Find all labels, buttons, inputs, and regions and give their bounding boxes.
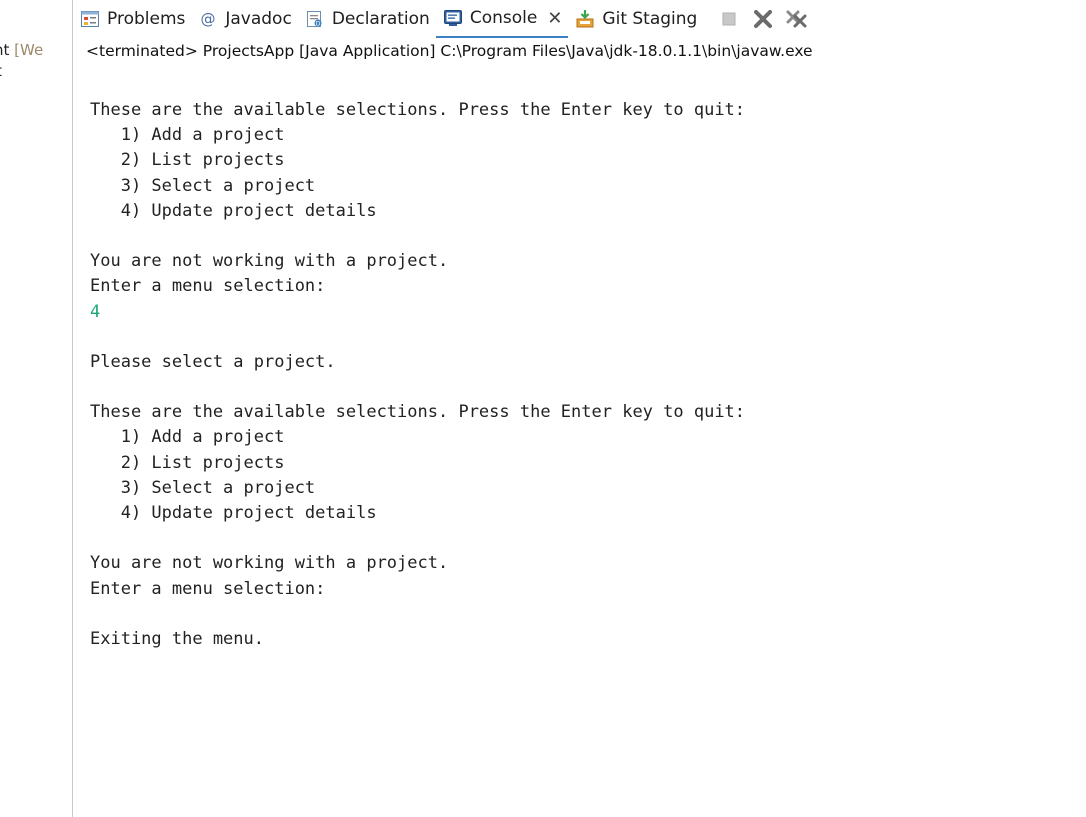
console-line: These are the available selections. Pres… bbox=[90, 100, 746, 120]
git-staging-icon bbox=[574, 8, 596, 30]
tab-git-staging[interactable]: Git Staging bbox=[568, 0, 703, 38]
remove-all-terminated-icon[interactable] bbox=[785, 7, 809, 31]
tab-problems[interactable]: Problems bbox=[73, 0, 191, 38]
svg-text:@: @ bbox=[201, 10, 216, 28]
tab-javadoc[interactable]: @ Javadoc bbox=[191, 0, 297, 38]
panel-divider[interactable] bbox=[72, 0, 73, 817]
left-panel-line-1-text: nt bbox=[0, 41, 10, 59]
tab-javadoc-label: Javadoc bbox=[225, 9, 292, 29]
svg-text:D: D bbox=[316, 20, 321, 27]
console-line: 2) List projects bbox=[90, 452, 285, 473]
console-process-header: <terminated> ProjectsApp [Java Applicati… bbox=[86, 42, 813, 60]
console-line: Enter a menu selection: bbox=[90, 578, 326, 599]
declaration-icon: D bbox=[304, 8, 326, 30]
console-line: Please select a project. bbox=[90, 351, 336, 372]
tab-problems-label: Problems bbox=[107, 9, 186, 29]
console-icon bbox=[442, 7, 464, 29]
javadoc-icon: @ bbox=[197, 8, 219, 30]
left-panel-line-2[interactable]: t bbox=[0, 62, 2, 80]
stop-icon[interactable] bbox=[717, 7, 741, 31]
left-panel-line-1-suffix: [We bbox=[14, 41, 44, 59]
console-toolbar bbox=[717, 0, 809, 38]
console-line: 1) Add a project bbox=[90, 427, 285, 448]
left-panel-line-1[interactable]: nt [We bbox=[0, 41, 43, 59]
close-icon[interactable]: ✕ bbox=[547, 8, 562, 29]
package-explorer-panel: nt [We t bbox=[0, 0, 72, 817]
console-user-input: 4 bbox=[90, 301, 101, 322]
console-line: Exiting the menu. bbox=[90, 628, 264, 649]
tab-declaration-label: Declaration bbox=[331, 9, 430, 29]
console-line: You are not working with a project. bbox=[90, 553, 449, 574]
console-line: You are not working with a project. bbox=[90, 251, 449, 272]
remove-launch-icon[interactable] bbox=[751, 7, 775, 31]
problems-icon bbox=[79, 8, 101, 30]
console-output[interactable]: These are the available selections. Pres… bbox=[90, 98, 1080, 652]
eclipse-console-view: nt [We t Problems @ bbox=[0, 0, 1086, 817]
console-line: These are the available selections. Pres… bbox=[90, 402, 746, 423]
console-line: 4) Update project details bbox=[90, 200, 377, 221]
console-line: 2) List projects bbox=[90, 150, 285, 171]
console-line: 3) Select a project bbox=[90, 477, 316, 498]
console-line: 4) Update project details bbox=[90, 503, 377, 523]
console-line: 3) Select a project bbox=[90, 175, 316, 196]
console-line: Enter a menu selection: bbox=[90, 276, 326, 297]
tab-console-label: Console bbox=[469, 8, 538, 28]
tab-console[interactable]: Console ✕ bbox=[435, 0, 569, 38]
console-line: 1) Add a project bbox=[90, 125, 285, 146]
tab-git-staging-label: Git Staging bbox=[602, 9, 698, 29]
view-tab-bar: Problems @ Javadoc D Declaration Console… bbox=[73, 0, 1086, 38]
tab-declaration[interactable]: D Declaration bbox=[298, 0, 436, 38]
left-panel-line-2-text: t bbox=[0, 62, 2, 80]
